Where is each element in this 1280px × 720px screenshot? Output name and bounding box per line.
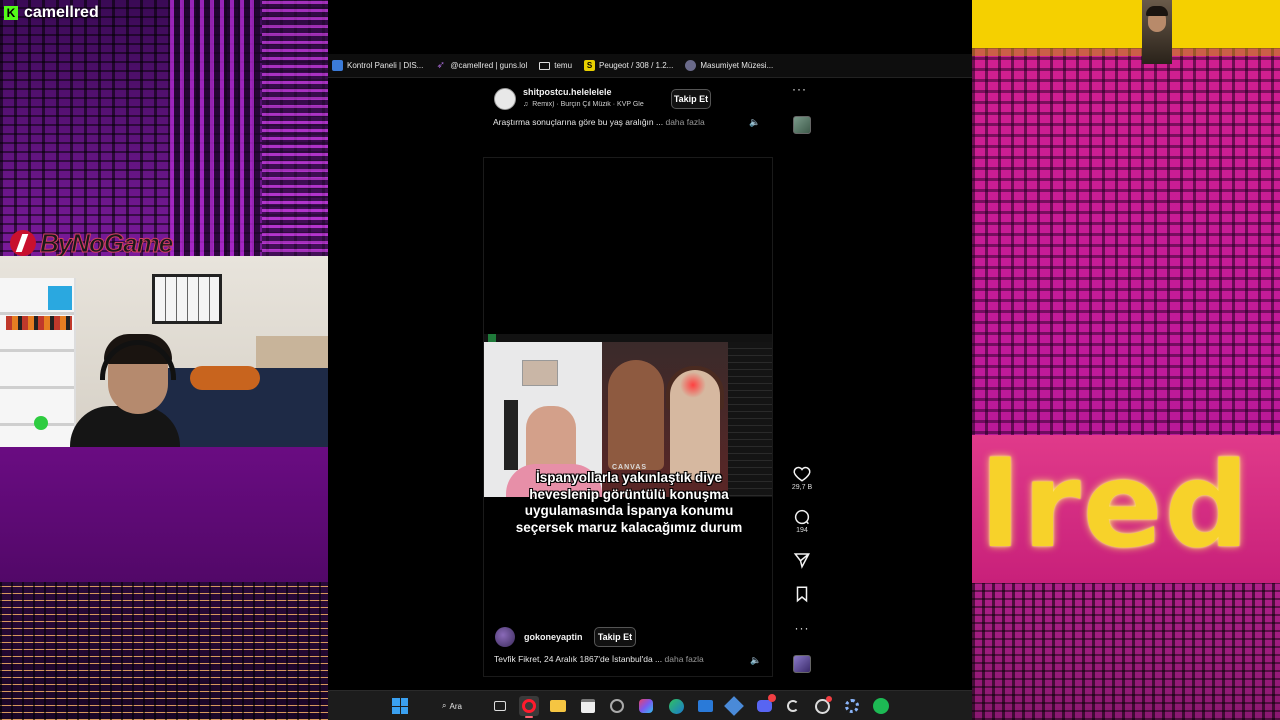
bookmark-icon [796,586,808,603]
windows-icon [392,698,408,714]
follow-button[interactable]: Takip Et [671,89,711,109]
save-button[interactable] [790,585,814,603]
city-background [262,0,328,260]
bookmarks-bar: Kontrol Paneli | DIS... ➶ @camellred | g… [328,54,972,78]
more-link[interactable]: daha fazla [665,654,704,664]
audio-thumbnail[interactable] [793,116,811,134]
right-overlay: lred [972,0,1280,720]
username-link[interactable]: gokoneyaptin [524,632,583,642]
taskbar-app[interactable] [724,696,744,716]
task-view-icon [494,701,506,711]
discord-icon [756,700,772,712]
music-note-icon: ♫ [523,101,529,108]
avatar[interactable] [494,88,516,110]
spotify-icon [873,698,889,714]
stream-frame: K camellred ByNoGame Kontrol Paneli | DI… [0,0,1280,720]
more-options-icon[interactable]: ··· [790,621,814,635]
reel-subtitle: İspanyollarla yakınlaştık diye hevesleni… [515,470,743,535]
comment-button[interactable]: 194 [790,508,814,534]
neon-sign: lred [980,436,1252,574]
bookmark-kontrol-paneli[interactable]: Kontrol Paneli | DIS... [332,60,423,71]
search-icon: ⌕ [442,701,447,710]
folder-icon [539,61,551,70]
folder-icon [550,700,566,712]
edge-icon [668,698,684,714]
comment-count: 194 [796,527,808,534]
mail-icon [697,700,713,712]
taskbar-app[interactable] [607,696,627,716]
previous-post-info: shitpostcu.helelelele ♫ Remix) · Burçin … [493,82,773,134]
audio-thumbnail[interactable] [793,655,811,673]
taskbar-edge[interactable] [666,696,686,716]
city-background [972,583,1280,720]
gear-icon [845,699,859,713]
taskbar-settings[interactable] [842,696,862,716]
send-icon [793,553,810,569]
bookmark-gunslol[interactable]: ➶ @camellred | guns.lol [435,60,528,71]
speaker-icon[interactable]: 🔈 [747,114,763,130]
reels-feed[interactable]: shitpostcu.helelelele ♫ Remix) · Burçin … [328,78,972,690]
like-button[interactable]: 29,7 B [790,465,814,491]
secondary-webcam [1142,0,1172,64]
streamer-webcam [0,256,340,447]
panel-icon [332,60,343,71]
sponsor-logo: ByNoGame [10,227,174,258]
sponsor-label: ByNoGame [39,227,173,258]
taskbar-store[interactable] [578,696,598,716]
search-button[interactable]: ⌕ Ara [432,696,472,716]
wall-picture [152,274,222,324]
diamond-app-icon [724,696,744,716]
start-button[interactable] [390,696,410,716]
more-link[interactable]: daha fazla [665,117,704,127]
gunslol-icon: ➶ [436,60,446,71]
overlay-band [0,447,328,582]
more-options-icon[interactable]: ··· [792,82,807,96]
username-link[interactable]: shitpostcu.helelelele [523,87,612,97]
ring-app-icon [787,700,799,712]
avatar[interactable] [495,627,515,647]
bookmark-temu[interactable]: temu [539,61,572,70]
task-view-button[interactable] [490,696,510,716]
channel-label: camellred [24,4,99,21]
heart-icon [793,466,811,482]
taskbar-spotify[interactable] [871,696,891,716]
reel-caption: Tevfik Fikret, 24 Aralık 1867'de İstanbu… [494,654,704,664]
bynogame-icon [10,230,36,256]
channel-name: K camellred [4,2,99,24]
windows-taskbar: ⌕ Ara [328,690,972,720]
comment-icon [794,509,810,525]
m365-icon [639,699,653,713]
city-background [0,582,328,720]
circle-app-icon [610,699,624,713]
follow-button[interactable]: Takip Et [594,627,636,647]
post-caption: Araştırma sonuçlarına göre bu yaş aralığ… [493,117,705,127]
browser-window: Kontrol Paneli | DIS... ➶ @camellred | g… [328,0,972,690]
taskbar-outlook[interactable] [695,696,715,716]
action-rail: 29,7 B 194 ··· [790,463,814,693]
store-icon [581,699,595,713]
taskbar-file-explorer[interactable] [548,696,568,716]
bookmark-peugeot[interactable]: S Peugeot / 308 / 1.2... [584,60,673,71]
opera-icon [522,699,536,713]
taskbar-opera[interactable] [519,696,539,718]
speaker-icon[interactable]: 🔈 [748,652,764,668]
taskbar-discord[interactable] [754,694,776,716]
kick-icon: K [4,6,18,20]
like-count: 29,7 B [791,484,813,491]
bookmark-masumiyet[interactable]: Masumiyet Müzesi... [685,60,773,71]
notification-badge [768,694,776,702]
music-info[interactable]: ♫ Remix) · Burçin Çil Müzik · KVP Gle [523,101,659,108]
taskbar-app[interactable] [783,696,803,716]
taskbar-obs[interactable] [812,696,832,716]
overlay-band [972,0,1280,48]
reel-player[interactable]: CANVAS İspanyollarla yakınlaştık diye he… [483,157,773,677]
museum-icon [685,60,697,71]
browser-toolbar [328,0,972,54]
city-background [170,0,260,260]
share-button[interactable] [790,551,814,569]
sahibinden-icon: S [584,60,596,71]
recording-indicator [826,696,832,702]
reel-info: gokoneyaptin Takip Et Tevfik Fikret, 24 … [484,626,772,676]
taskbar-microsoft-365[interactable] [636,696,656,716]
